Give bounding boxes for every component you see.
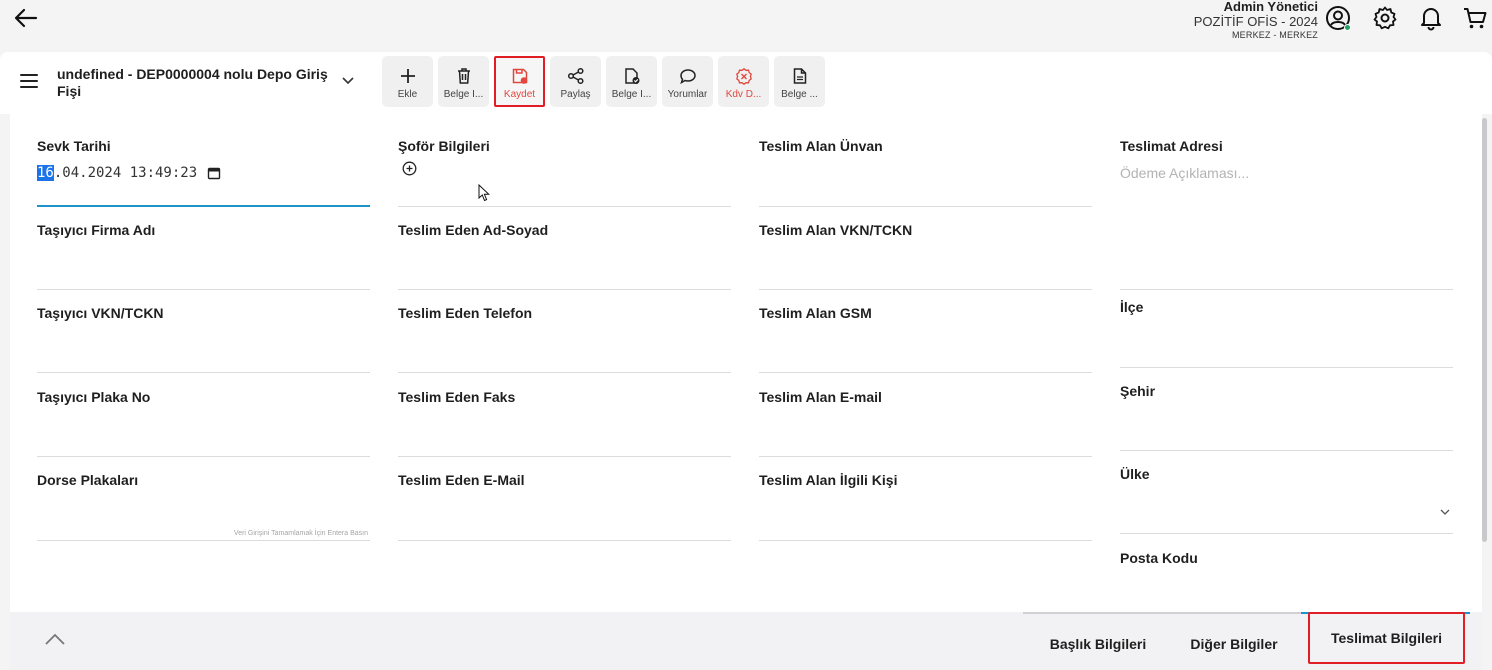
user-name: Admin Yönetici	[1223, 0, 1318, 14]
comment-icon	[679, 69, 696, 85]
trash-icon	[457, 68, 470, 84]
tasiyici-firma-adi-field[interactable]: Taşıyıcı Firma Adı	[37, 222, 370, 290]
document-button[interactable]: Belge ...	[774, 56, 825, 107]
document-icon	[793, 68, 806, 84]
tasiyici-firma-adi-label: Taşıyıcı Firma Adı	[37, 222, 156, 238]
vat-button[interactable]: Kdv D...	[718, 56, 769, 107]
document-check-icon	[624, 68, 639, 84]
teslim-alan-vkn-label: Teslim Alan VKN/TCKN	[759, 222, 913, 238]
enter-hint-text: Veri Girişini Tamamlamak İçin Entera Bas…	[233, 530, 368, 537]
ulke-select[interactable]: Ülke	[1120, 466, 1453, 534]
sofor-bilgileri-field[interactable]: Şoför Bilgileri	[398, 138, 731, 207]
sevk-tarihi-field[interactable]: Sevk Tarihi 16.04.2024 13:49:23	[37, 138, 370, 207]
document-approve-button-label: Belge İ...	[611, 89, 652, 100]
share-icon	[567, 67, 584, 85]
teslim-eden-telefon-label: Teslim Eden Telefon	[398, 305, 533, 321]
delete-document-button[interactable]: Belge İ...	[438, 56, 489, 107]
calendar-icon[interactable]	[207, 166, 221, 180]
vat-button-label: Kdv D...	[725, 89, 762, 100]
user-info[interactable]: Admin Yönetici POZİTİF OFİS - 2024 MERKE…	[1194, 0, 1318, 40]
teslim-alan-unvan-field[interactable]: Teslim Alan Ünvan	[759, 138, 1092, 207]
branch-name: MERKEZ - MERKEZ	[1231, 30, 1318, 40]
save-icon	[512, 68, 527, 84]
teslim-eden-email-field[interactable]: Teslim Eden E-Mail	[398, 472, 731, 541]
company-name: POZİTİF OFİS - 2024	[1193, 14, 1318, 29]
toolbar: Ekle Belge İ... Kaydet Paylaş Belge İ...…	[382, 56, 825, 108]
teslimat-adresi-placeholder: Ödeme Açıklaması...	[1120, 165, 1250, 181]
document-button-label: Belge ...	[781, 89, 818, 100]
back-arrow-icon[interactable]	[12, 6, 40, 30]
dorse-plakalari-label: Dorse Plakaları	[37, 472, 139, 488]
ilce-label: İlçe	[1120, 299, 1144, 315]
teslimat-adresi-label: Teslimat Adresi	[1120, 138, 1223, 154]
bell-icon[interactable]	[1418, 5, 1444, 31]
add-button-label: Ekle	[397, 89, 418, 100]
section-tabs-bar: Başlık Bilgileri Diğer Bilgiler Teslimat…	[10, 612, 1482, 670]
save-button-label: Kaydet	[503, 89, 536, 100]
comments-button[interactable]: Yorumlar	[662, 56, 713, 107]
save-button[interactable]: Kaydet	[494, 56, 545, 107]
sevk-tarihi-value[interactable]: 16.04.2024 13:49:23	[37, 165, 197, 181]
teslim-eden-ad-soyad-label: Teslim Eden Ad-Soyad	[398, 222, 549, 238]
dorse-plakalari-field[interactable]: Dorse Plakaları Veri Girişini Tamamlamak…	[37, 472, 370, 541]
add-circle-icon[interactable]	[402, 161, 417, 176]
teslim-alan-vkn-field[interactable]: Teslim Alan VKN/TCKN	[759, 222, 1092, 290]
teslim-alan-email-field[interactable]: Teslim Alan E-mail	[759, 389, 1092, 457]
posta-kodu-field[interactable]: Posta Kodu	[1120, 550, 1453, 595]
sehir-label: Şehir	[1120, 383, 1156, 399]
document-header: undefined - DEP0000004 nolu Depo Giriş F…	[0, 52, 1492, 114]
add-button[interactable]: Ekle	[382, 56, 433, 107]
cart-icon[interactable]	[1462, 5, 1488, 31]
tab-inactive-line	[1023, 612, 1301, 614]
chevron-down-icon[interactable]	[340, 72, 356, 88]
teslim-eden-faks-label: Teslim Eden Faks	[398, 389, 516, 405]
form-scrollbar[interactable]	[1480, 118, 1488, 588]
document-title: undefined - DEP0000004 nolu Depo Giriş F…	[57, 66, 328, 99]
comments-button-label: Yorumlar	[667, 89, 708, 100]
gear-icon[interactable]	[1372, 5, 1398, 31]
user-avatar-icon[interactable]	[1325, 5, 1351, 31]
teslim-eden-telefon-field[interactable]: Teslim Eden Telefon	[398, 305, 731, 373]
tab-baslik-bilgileri[interactable]: Başlık Bilgileri	[1033, 622, 1163, 666]
teslim-eden-ad-soyad-field[interactable]: Teslim Eden Ad-Soyad	[398, 222, 731, 290]
plus-icon	[400, 69, 415, 83]
tasiyici-plaka-field[interactable]: Taşıyıcı Plaka No	[37, 389, 370, 457]
tab-diger-bilgiler[interactable]: Diğer Bilgiler	[1178, 622, 1290, 666]
ulke-label: Ülke	[1120, 466, 1150, 482]
share-button-label: Paylaş	[560, 89, 591, 100]
tasiyici-vkn-field[interactable]: Taşıyıcı VKN/TCKN	[37, 305, 370, 373]
mouse-cursor-icon	[478, 184, 490, 202]
sehir-field[interactable]: Şehir	[1120, 383, 1453, 451]
teslimat-adresi-field[interactable]: Teslimat Adresi Ödeme Açıklaması...	[1120, 138, 1453, 290]
teslim-alan-email-label: Teslim Alan E-mail	[759, 389, 882, 405]
teslim-alan-gsm-field[interactable]: Teslim Alan GSM	[759, 305, 1092, 373]
teslim-alan-gsm-label: Teslim Alan GSM	[759, 305, 872, 321]
top-bar: Admin Yönetici POZİTİF OFİS - 2024 MERKE…	[0, 0, 1492, 52]
delete-document-button-label: Belge İ...	[443, 89, 484, 100]
sofor-bilgileri-label: Şoför Bilgileri	[398, 138, 490, 154]
teslim-alan-ilgili-kisi-label: Teslim Alan İlgili Kişi	[759, 472, 898, 488]
teslim-eden-email-label: Teslim Eden E-Mail	[398, 472, 525, 488]
vat-icon	[735, 67, 752, 85]
posta-kodu-label: Posta Kodu	[1120, 550, 1198, 566]
scrollbar-thumb[interactable]	[1482, 118, 1487, 542]
share-button[interactable]: Paylaş	[550, 56, 601, 107]
chevron-down-icon[interactable]	[1439, 506, 1451, 518]
tab-teslimat-bilgileri[interactable]: Teslimat Bilgileri	[1308, 612, 1465, 664]
tasiyici-plaka-label: Taşıyıcı Plaka No	[37, 389, 151, 405]
chevron-up-icon[interactable]	[44, 632, 66, 646]
teslim-alan-ilgili-kisi-field[interactable]: Teslim Alan İlgili Kişi	[759, 472, 1092, 541]
online-status-dot	[1344, 24, 1351, 31]
teslim-eden-faks-field[interactable]: Teslim Eden Faks	[398, 389, 731, 457]
tasiyici-vkn-label: Taşıyıcı VKN/TCKN	[37, 305, 164, 321]
ilce-field[interactable]: İlçe	[1120, 299, 1453, 368]
menu-icon[interactable]	[20, 74, 38, 88]
date-rest-segment[interactable]: .04.2024 13:49:23	[54, 165, 197, 181]
document-approve-button[interactable]: Belge İ...	[606, 56, 657, 107]
teslim-alan-unvan-label: Teslim Alan Ünvan	[759, 138, 883, 154]
date-day-segment[interactable]: 16	[37, 165, 54, 181]
sevk-tarihi-label: Sevk Tarihi	[37, 138, 111, 154]
